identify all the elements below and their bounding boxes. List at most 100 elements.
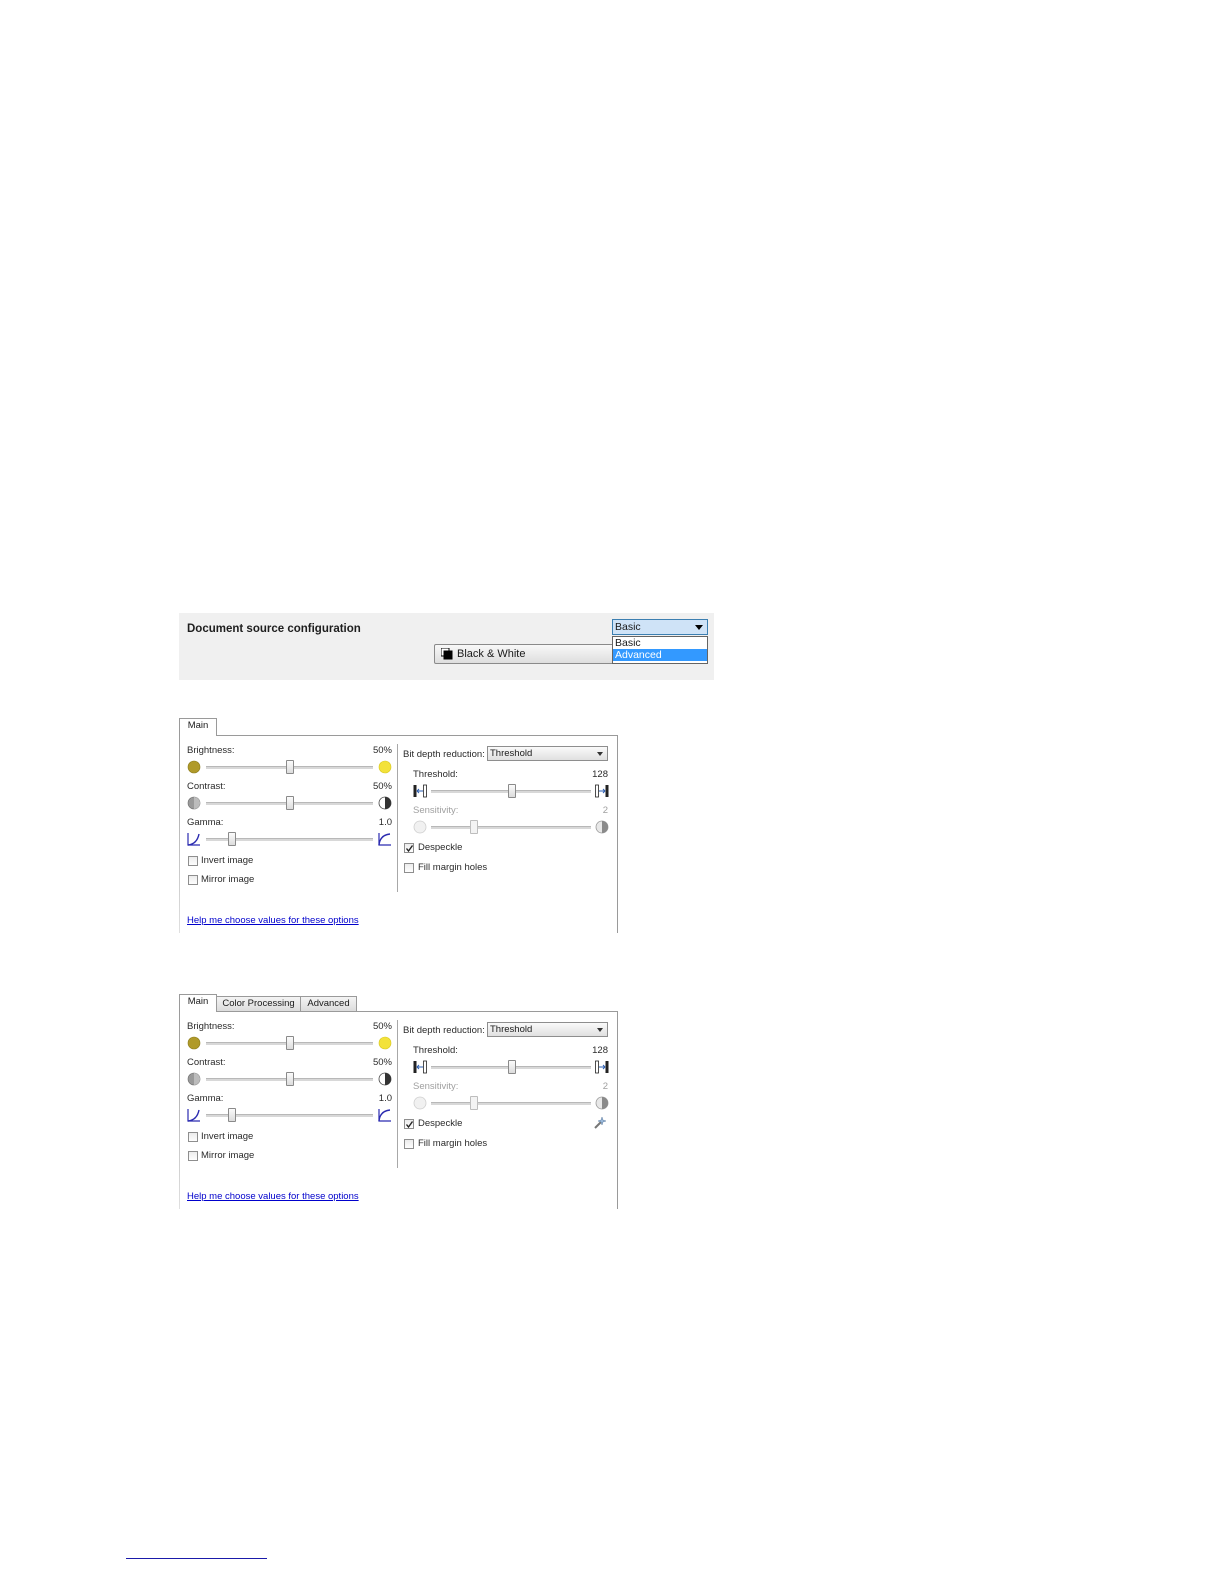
gamma-high-icon (378, 832, 392, 846)
threshold-value: 128 (592, 1045, 608, 1056)
brightness-low-icon (187, 760, 201, 774)
tab-main[interactable]: Main (179, 718, 217, 736)
contrast-value: 50% (372, 781, 392, 792)
chevron-down-icon (597, 752, 603, 756)
sensitivity-slider-thumb[interactable] (470, 820, 478, 834)
panel-frame (179, 1011, 618, 1209)
sensitivity-low-icon (413, 820, 427, 834)
gamma-value: 1.0 (378, 817, 392, 828)
profile-button[interactable]: Black & White (434, 644, 614, 664)
tab-main[interactable]: Main (179, 994, 217, 1012)
gamma-slider-thumb[interactable] (228, 832, 236, 846)
gamma-value: 1.0 (378, 1093, 392, 1104)
contrast-high-icon (378, 1072, 392, 1086)
contrast-low-icon (187, 1072, 201, 1086)
threshold-low-icon (413, 784, 427, 798)
sensitivity-value: 2 (602, 1081, 608, 1092)
threshold-high-icon (595, 1060, 609, 1074)
mirror-image-checkbox[interactable] (188, 1151, 198, 1161)
brightness-slider-thumb[interactable] (285, 760, 294, 774)
threshold-slider-thumb[interactable] (508, 1060, 516, 1074)
black-white-icon (441, 648, 453, 660)
contrast-high-icon (378, 796, 392, 810)
brightness-label: Brightness: (187, 1021, 235, 1032)
invert-image-checkbox[interactable] (188, 856, 198, 866)
mirror-image-label: Mirror image (201, 1150, 255, 1161)
threshold-value: 128 (592, 769, 608, 780)
brightness-slider-thumb[interactable] (285, 1036, 294, 1050)
panel-frame (179, 735, 618, 933)
mode-option-basic[interactable]: Basic (613, 637, 707, 649)
fill-margin-holes-checkbox[interactable] (404, 1139, 414, 1149)
mirror-image-label: Mirror image (201, 874, 255, 885)
gamma-label: Gamma: (187, 817, 224, 828)
gamma-low-icon (187, 832, 201, 846)
mode-option-advanced[interactable]: Advanced (613, 649, 707, 661)
gamma-high-icon (378, 1108, 392, 1122)
contrast-label: Contrast: (187, 1057, 226, 1068)
gamma-low-icon (187, 1108, 201, 1122)
brightness-high-icon (378, 1036, 392, 1050)
chevron-down-icon (695, 625, 703, 630)
sensitivity-slider-track[interactable] (431, 1102, 591, 1105)
column-divider (397, 1020, 398, 1168)
sensitivity-slider-track[interactable] (431, 826, 591, 829)
brightness-high-icon (378, 760, 392, 774)
footer-rule (126, 1558, 267, 1559)
threshold-label: Threshold: (413, 769, 458, 780)
threshold-label: Threshold: (413, 1045, 458, 1056)
sensitivity-high-icon (595, 1096, 609, 1110)
config-title: Document source configuration (187, 623, 361, 635)
mode-dropdown[interactable]: Basic (612, 619, 708, 635)
magic-wand-icon[interactable] (593, 1116, 607, 1130)
tab-color-processing[interactable]: Color Processing (216, 996, 301, 1011)
contrast-label: Contrast: (187, 781, 226, 792)
brightness-low-icon (187, 1036, 201, 1050)
sensitivity-low-icon (413, 1096, 427, 1110)
threshold-low-icon (413, 1060, 427, 1074)
profile-button-label: Black & White (457, 648, 526, 660)
fill-margin-holes-label: Fill margin holes (418, 1138, 488, 1149)
sensitivity-label: Sensitivity: (413, 805, 459, 816)
sensitivity-high-icon (595, 820, 609, 834)
bit-depth-value: Threshold (490, 748, 533, 759)
fill-margin-holes-checkbox[interactable] (404, 863, 414, 873)
sensitivity-label: Sensitivity: (413, 1081, 459, 1092)
fill-margin-holes-label: Fill margin holes (418, 862, 488, 873)
bit-depth-label: Bit depth reduction: (403, 1025, 485, 1036)
chevron-down-icon (597, 1028, 603, 1032)
despeckle-checkbox[interactable] (404, 843, 414, 853)
column-divider (397, 744, 398, 892)
mode-dropdown-list: Basic Advanced (612, 636, 708, 664)
document-source-config-bar: Document source configuration Black & Wh… (179, 613, 714, 680)
invert-image-checkbox[interactable] (188, 1132, 198, 1142)
contrast-low-icon (187, 796, 201, 810)
sensitivity-value: 2 (602, 805, 608, 816)
brightness-label: Brightness: (187, 745, 235, 756)
panel-frame-edge (179, 735, 180, 933)
gamma-label: Gamma: (187, 1093, 224, 1104)
contrast-slider-thumb[interactable] (285, 1072, 294, 1086)
panel-frame-edge (179, 1011, 180, 1209)
help-link[interactable]: Help me choose values for these options (187, 1191, 359, 1202)
contrast-slider-thumb[interactable] (285, 796, 294, 810)
invert-image-label: Invert image (201, 1131, 254, 1142)
sensitivity-slider-thumb[interactable] (470, 1096, 478, 1110)
despeckle-checkbox[interactable] (404, 1119, 414, 1129)
settings-panel-basic: Main Brightness: 50% Contrast: 50% Gamma: 1.0… (179, 718, 619, 933)
help-link[interactable]: Help me choose values for these options (187, 915, 359, 926)
invert-image-label: Invert image (201, 855, 254, 866)
bit-depth-select[interactable]: Threshold (487, 1022, 608, 1037)
tab-advanced[interactable]: Advanced (300, 996, 357, 1011)
gamma-slider-thumb[interactable] (228, 1108, 236, 1122)
bit-depth-select[interactable]: Threshold (487, 746, 608, 761)
brightness-value: 50% (372, 745, 392, 756)
despeckle-label: Despeckle (418, 842, 463, 853)
settings-panel-advanced: Main Color Processing Advanced Brightnes… (179, 994, 619, 1209)
threshold-slider-thumb[interactable] (508, 784, 516, 798)
mirror-image-checkbox[interactable] (188, 875, 198, 885)
contrast-value: 50% (372, 1057, 392, 1068)
bit-depth-value: Threshold (490, 1024, 533, 1035)
bit-depth-label: Bit depth reduction: (403, 749, 485, 760)
threshold-high-icon (595, 784, 609, 798)
